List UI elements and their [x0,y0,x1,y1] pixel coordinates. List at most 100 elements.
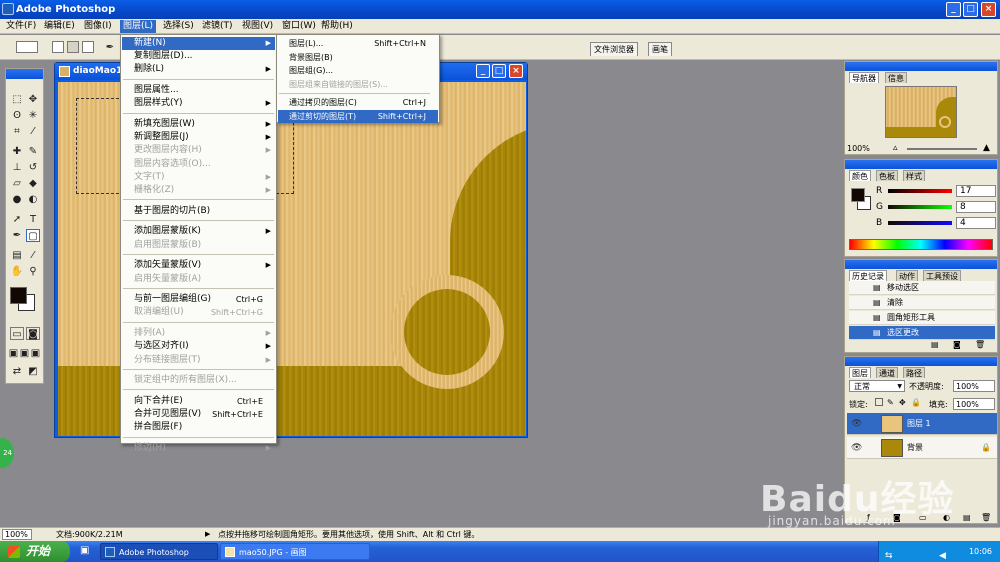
screen-mode-full-icon[interactable]: ▣ [30,347,41,360]
layer-menu-item[interactable]: 复制图层(D)... [122,50,275,63]
tab-paths[interactable]: 路径 [903,367,925,378]
task-photoshop[interactable]: Adobe Photoshop [100,543,218,560]
tray-volume-icon[interactable]: ◀ [939,546,946,562]
color-ramp[interactable] [849,239,993,250]
channel-r-slider[interactable] [888,189,952,193]
tab-history[interactable]: 历史记录 [849,270,887,281]
status-zoom[interactable]: 100% [2,529,32,540]
paint-bucket-icon[interactable]: ◆ [26,177,40,190]
layer-menu-item[interactable]: 新调整图层(J) ▶ [122,131,275,144]
menu-edit[interactable]: 编辑(E) [41,20,78,33]
layer-row[interactable]: 👁 背景 🔒 [847,437,997,459]
slice-icon[interactable]: ⁄ [26,125,40,138]
maximize-button[interactable]: □ [963,2,978,17]
rounded-rectangle-icon[interactable]: ▢ [26,229,40,242]
delete-layer-icon[interactable]: 🗑 [981,513,991,522]
history-new-document-icon[interactable]: ▤ [931,340,939,349]
path-select-icon[interactable]: ➚ [10,213,24,226]
layer-menu-item[interactable]: 删除(L) ▶ [122,63,275,76]
magic-wand-icon[interactable]: ✳ [26,109,40,122]
layer-menu-item[interactable]: 添加矢量蒙版(V) ▶ [122,259,275,272]
eyedropper-icon[interactable]: ⁄ [26,249,40,262]
lock-all-icon[interactable]: 🔒 [911,398,921,407]
type-icon[interactable]: T [26,213,40,226]
tab-tool-presets[interactable]: 工具预设 [923,270,961,281]
adjustment-layer-icon[interactable]: ◐ [943,513,950,522]
shape-layers-option[interactable] [52,41,64,53]
channel-r-input[interactable]: 17 [956,185,996,197]
quick-mask-icon[interactable]: ◙ [26,327,40,340]
hand-icon[interactable]: ✋ [10,265,24,278]
menu-help[interactable]: 帮助(H) [318,20,356,33]
layer-menu-item[interactable]: 基于图层的切片(B) [122,205,275,218]
layer-menu-item[interactable]: 添加图层蒙版(K) ▶ [122,225,275,238]
screen-mode-menu-icon[interactable]: ▣ [19,347,30,360]
new-submenu-item[interactable]: 背景图层(B) [278,51,438,64]
notes-icon[interactable]: ▤ [10,249,24,262]
tab-color[interactable]: 颜色 [849,170,871,181]
channel-g-input[interactable]: 8 [956,201,996,213]
history-brush-icon[interactable]: ↺ [26,161,40,174]
layer-menu-item[interactable]: 向下合并(E) Ctrl+E [122,395,275,408]
layer-menu-item[interactable]: 与前一图层编组(G) Ctrl+G [122,293,275,306]
fill-input[interactable]: 100% [953,398,995,410]
tab-styles[interactable]: 样式 [903,170,925,181]
healing-brush-icon[interactable]: ✚ [10,145,24,158]
foreground-color-swatch[interactable] [10,287,27,304]
floating-badge[interactable]: 24 [0,438,14,468]
layer-menu-item[interactable]: 与选区对齐(I) ▶ [122,340,275,353]
layer-style-icon[interactable]: ƒ [867,513,870,522]
doc-minimize-button[interactable]: _ [476,64,490,78]
lasso-icon[interactable]: ʘ [10,109,24,122]
new-submenu-item[interactable]: 通过剪切的图层(T) Shift+Ctrl+J [278,109,438,123]
history-item[interactable]: ▤ 选区更改 [849,326,995,340]
tab-info[interactable]: 信息 [885,72,907,83]
history-trash-icon[interactable]: 🗑 [975,340,985,349]
brush-icon[interactable]: ✎ [26,145,40,158]
new-submenu-item[interactable]: 图层(L)... Shift+Ctrl+N [278,37,438,50]
layer-menu-item[interactable]: 新建(N) ▶ [122,37,275,50]
lock-position-icon[interactable]: ✥ [899,398,906,407]
menu-select[interactable]: 选择(S) [160,20,197,33]
stamp-icon[interactable]: ⊥ [10,161,24,174]
status-arrow-icon[interactable]: ▶ [205,528,210,541]
tab-channels[interactable]: 通道 [876,367,898,378]
visibility-eye-icon[interactable]: 👁 [851,413,862,435]
tab-navigator[interactable]: 导航器 [849,72,879,83]
layer-menu-item[interactable]: 新填充图层(W) ▶ [122,118,275,131]
brushes-tab[interactable]: 画笔 [648,42,672,56]
file-browser-tab[interactable]: 文件浏览器 [590,42,638,56]
tool-preset-picker[interactable] [16,41,38,53]
history-item[interactable]: ▤ 圆角矩形工具 [849,311,995,325]
blur-icon[interactable]: ● [10,193,24,206]
layer-set-icon[interactable]: ▭ [919,513,927,522]
channel-g-slider[interactable] [888,205,952,209]
menu-view[interactable]: 视图(V) [239,20,276,33]
pen-icon[interactable]: ✒ [103,41,117,54]
dodge-icon[interactable]: ◐ [26,193,40,206]
blend-mode-select[interactable]: 正常 ▼ [849,380,905,392]
move-icon[interactable]: ✥ [26,93,40,106]
layer-menu-item[interactable]: 合并可见图层(V) Shift+Ctrl+E [122,408,275,421]
zoom-slider[interactable] [907,148,977,150]
layer-menu-item[interactable]: 图层属性... [122,84,275,97]
tab-swatches[interactable]: 色板 [876,170,898,181]
channel-b-slider[interactable] [888,221,952,225]
menu-layer[interactable]: 图层(L) [120,20,157,33]
new-layer-icon[interactable]: ▤ [963,513,971,522]
paths-option[interactable] [67,41,79,53]
tab-actions[interactable]: 动作 [896,270,918,281]
tab-layers[interactable]: 图层 [849,367,871,378]
opacity-input[interactable]: 100% [953,380,995,392]
menu-image[interactable]: 图像(I) [81,20,115,33]
zoom-out-icon[interactable]: ▵ [893,143,898,153]
new-submenu-item[interactable]: 通过拷贝的图层(C) Ctrl+J [278,96,438,109]
zoom-in-icon[interactable]: ▲ [983,143,990,153]
marquee-icon[interactable]: ⬚ [10,93,24,106]
lock-transparency-icon[interactable] [875,398,883,406]
channel-b-input[interactable]: 4 [956,217,996,229]
imageready-icon[interactable]: ◩ [26,365,40,378]
tray-network-icon[interactable]: ⇆ [885,546,893,562]
visibility-eye-icon[interactable]: 👁 [851,437,862,459]
crop-icon[interactable]: ⌗ [10,125,24,138]
